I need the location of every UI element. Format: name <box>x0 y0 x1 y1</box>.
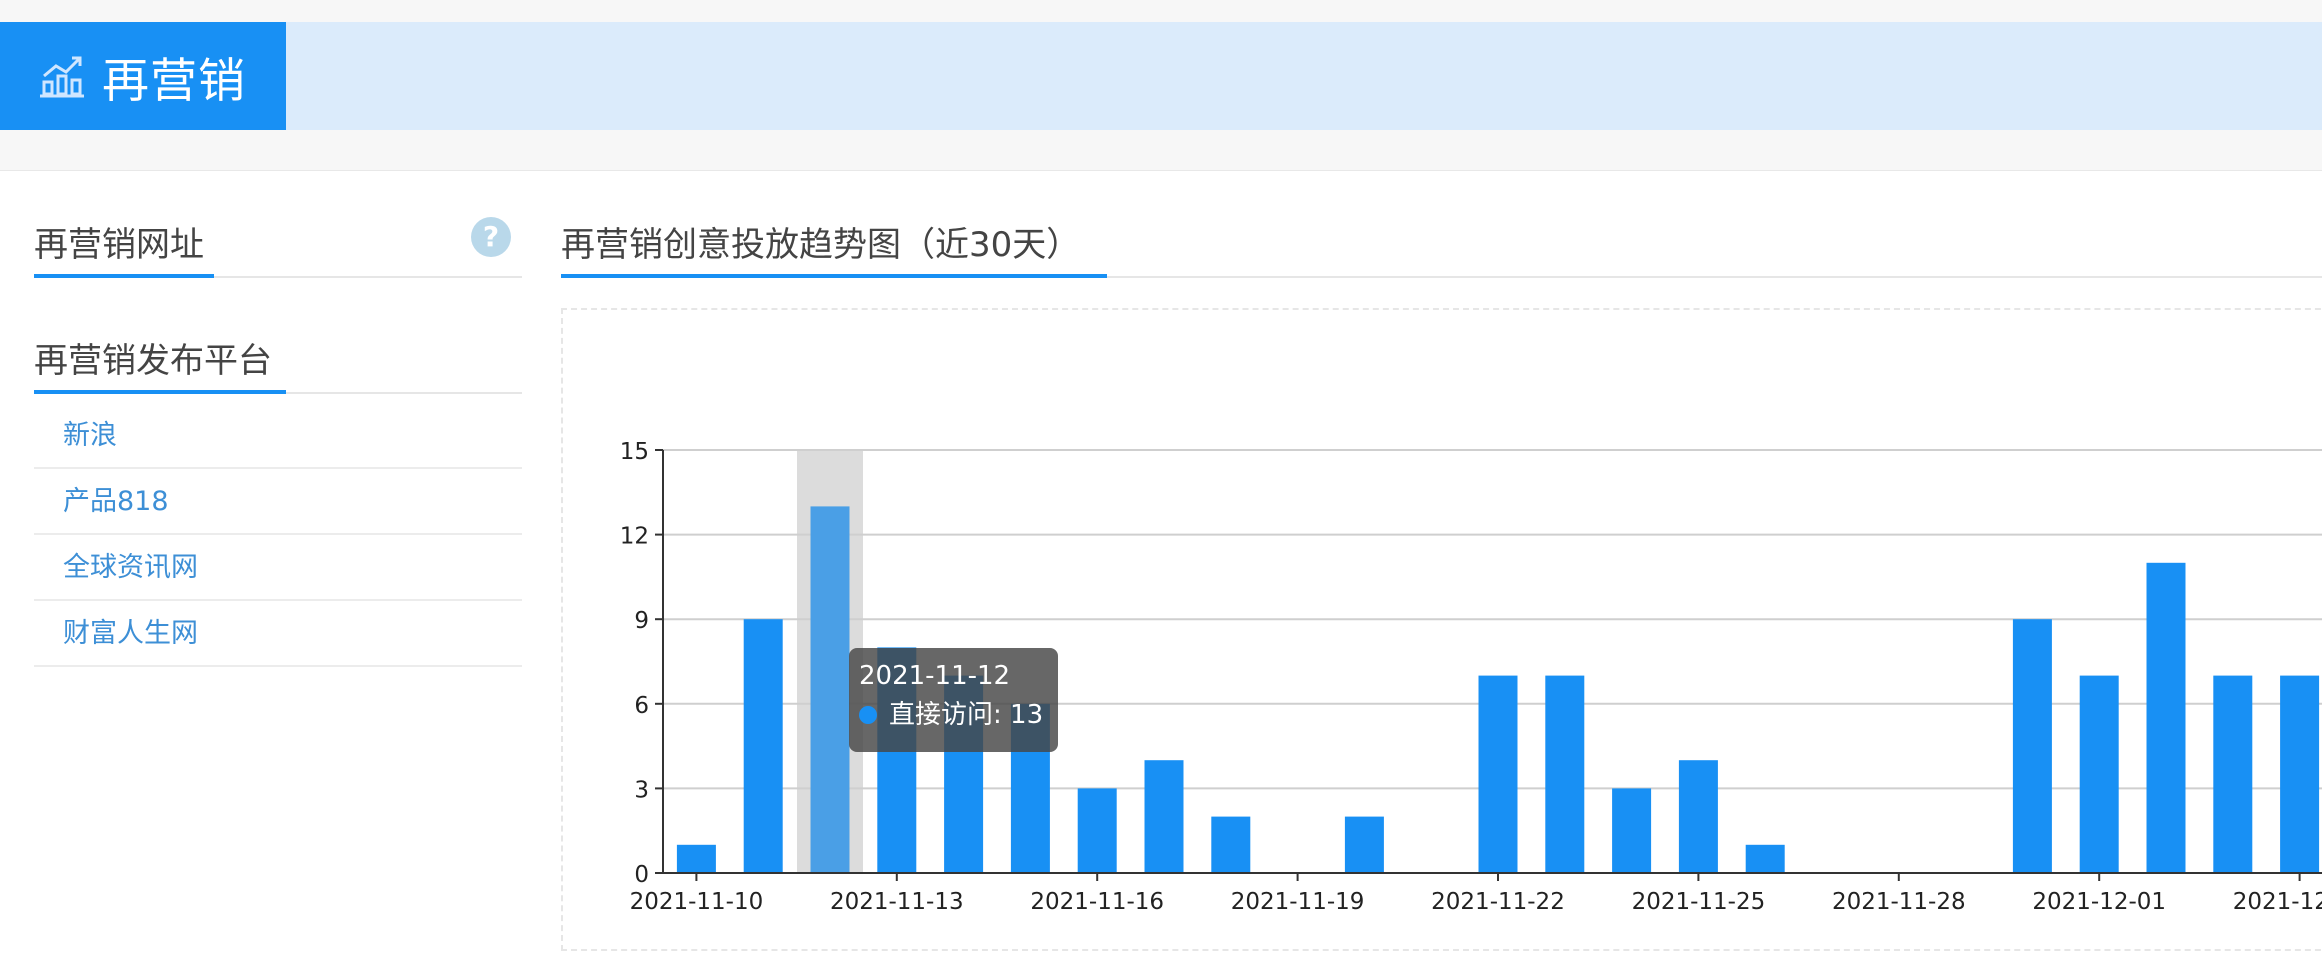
bar[interactable] <box>2079 675 2119 873</box>
bar[interactable] <box>1678 760 1718 873</box>
tooltip-value: 13 <box>1010 700 1044 730</box>
y-tick-label: 9 <box>634 608 649 634</box>
tooltip-date: 2021-11-12 <box>859 661 1011 691</box>
y-tick-label: 3 <box>634 777 649 803</box>
x-tick-label: 2021-11-19 <box>1231 889 1365 915</box>
bar[interactable] <box>2213 675 2253 873</box>
y-tick-label: 12 <box>620 524 649 550</box>
bar[interactable] <box>676 844 716 873</box>
x-tick-label: 2021-12-04 <box>2233 889 2322 915</box>
bar[interactable] <box>2146 562 2186 873</box>
bar[interactable] <box>1211 816 1251 873</box>
tooltip-sep: : <box>993 700 1011 730</box>
bar[interactable] <box>1144 760 1184 873</box>
y-tick-label: 0 <box>634 862 649 888</box>
x-tick-label: 2021-11-28 <box>1832 889 1966 915</box>
x-tick-label: 2021-11-22 <box>1431 889 1565 915</box>
bar[interactable] <box>1545 675 1585 873</box>
x-tick-label: 2021-12-01 <box>2032 889 2166 915</box>
tooltip-row: 直接访问: 13 <box>859 696 1048 734</box>
x-tick-label: 2021-11-10 <box>630 889 764 915</box>
y-tick-label: 6 <box>634 693 649 719</box>
bar[interactable] <box>1344 816 1384 873</box>
x-tick-label: 2021-11-13 <box>830 889 964 915</box>
chart-tooltip: 2021-11-12 直接访问: 13 <box>849 648 1058 752</box>
y-tick-label: 15 <box>620 439 649 465</box>
bar[interactable] <box>810 506 850 873</box>
bar[interactable] <box>1478 675 1518 873</box>
bar[interactable] <box>1612 788 1652 873</box>
bar[interactable] <box>2280 675 2320 873</box>
bar[interactable] <box>1745 844 1785 873</box>
bar[interactable] <box>2012 619 2052 873</box>
bar-chart[interactable]: 0 3 6 9 12 15 2021-11-10 2021-11-13 2021-11-16 20… <box>0 0 2322 956</box>
x-tick-label: 2021-11-25 <box>1632 889 1766 915</box>
series-dot-icon <box>859 706 877 724</box>
bar[interactable] <box>1077 788 1117 873</box>
x-tick-label: 2021-11-16 <box>1030 889 1164 915</box>
bar[interactable] <box>743 619 783 873</box>
tooltip-series: 直接访问 <box>889 700 994 730</box>
